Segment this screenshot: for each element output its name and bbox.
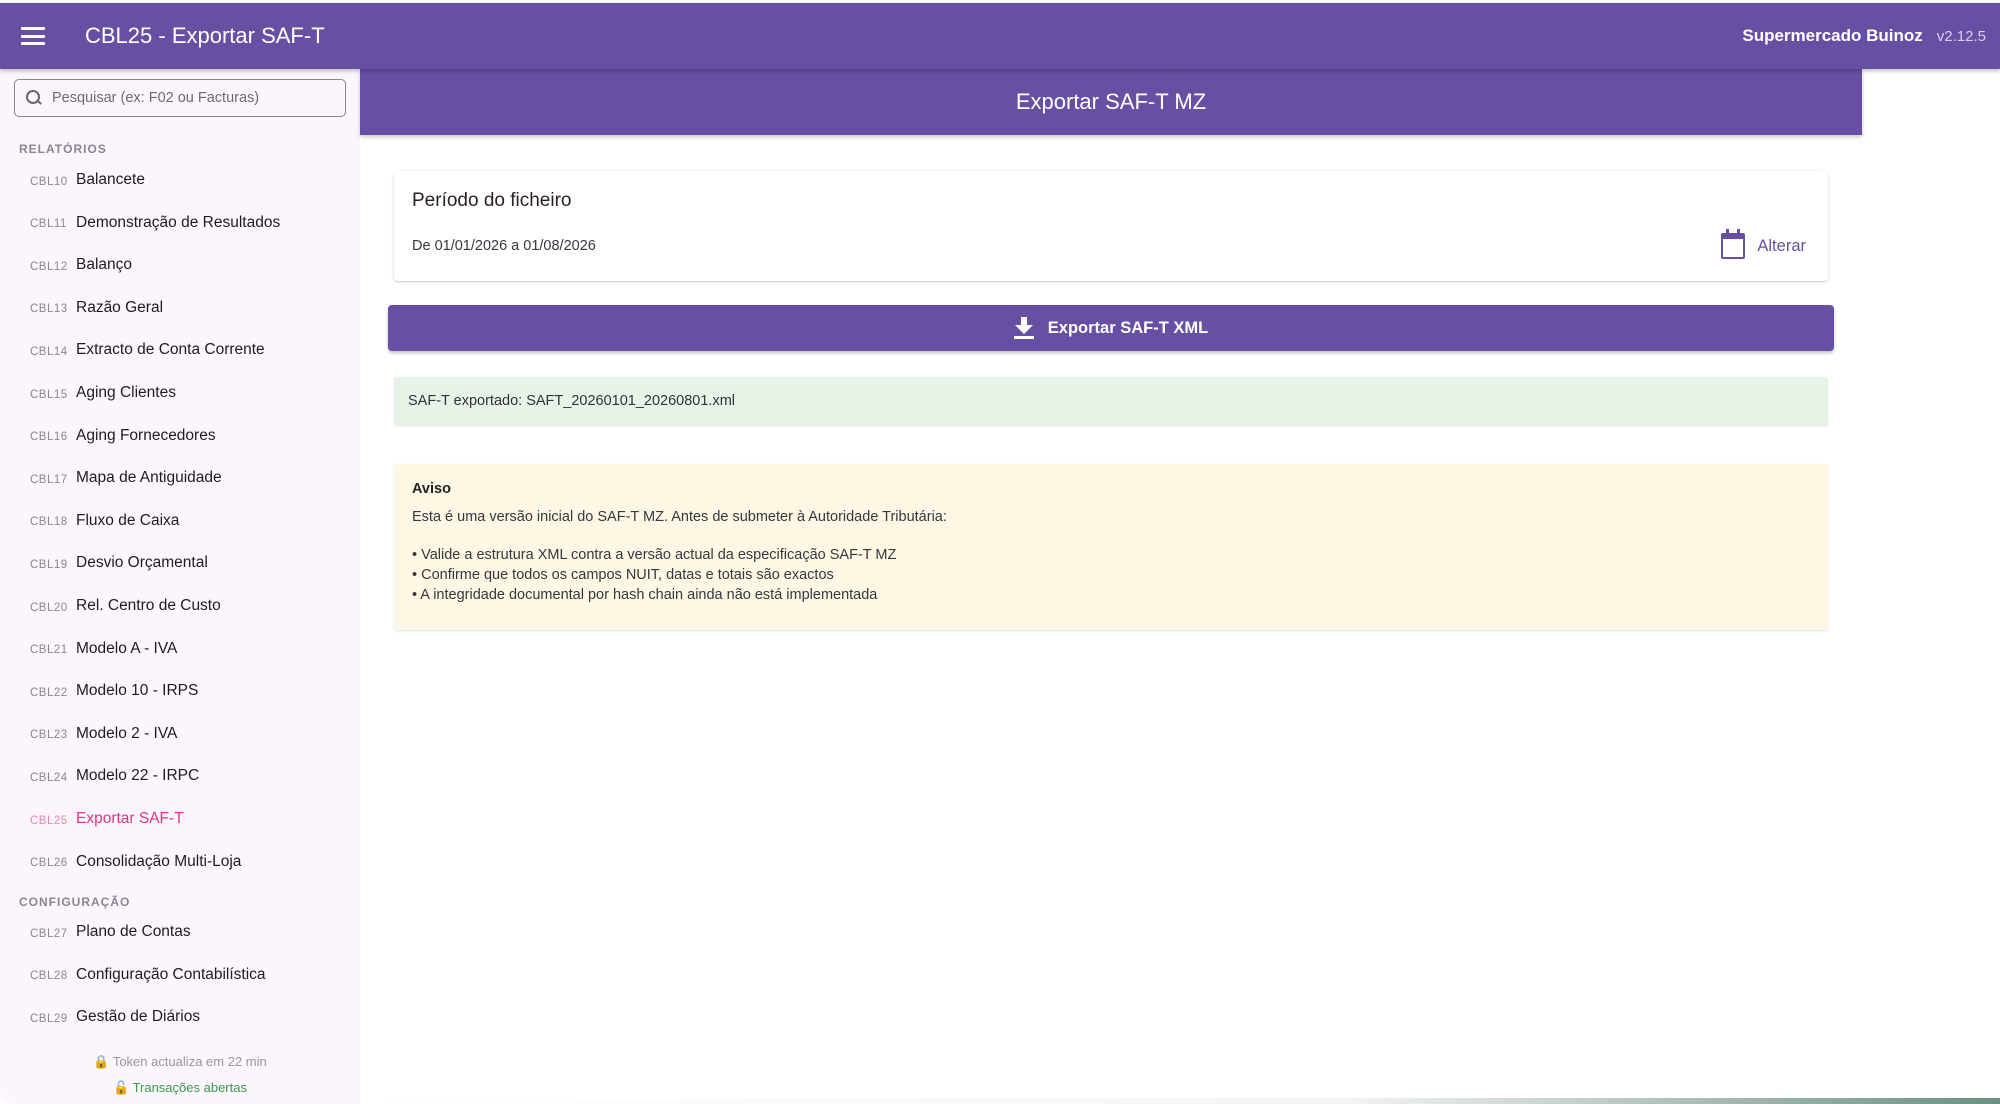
nav-code: CBL12 xyxy=(30,260,68,273)
warning-item: • Confirme que todos os campos NUIT, dat… xyxy=(412,567,834,583)
app-title: CBL25 - Exportar SAF-T xyxy=(85,23,325,48)
nav-code: CBL21 xyxy=(30,644,68,657)
warning-item: • A integridade documental por hash chai… xyxy=(412,587,878,603)
nav-label: Aging Fornecedores xyxy=(76,426,216,444)
nav-label: Desvio Orçamental xyxy=(76,554,208,572)
nav-label: Mapa de Antiguidade xyxy=(76,469,222,487)
nav-label: Configuração Contabilística xyxy=(76,965,266,983)
sidebar-item-cbl15[interactable]: CBL15 Aging Clientes xyxy=(0,373,360,413)
nav-code: CBL19 xyxy=(30,558,68,571)
nav-label: Razão Geral xyxy=(76,298,164,316)
calendar-icon xyxy=(1721,229,1746,259)
token-status: 🔒 Token actualiza em 22 min xyxy=(93,1054,267,1069)
sidebar-item-cbl22[interactable]: CBL22 Modelo 10 - IRPS xyxy=(0,671,360,711)
nav-label: Modelo 2 - IVA xyxy=(76,724,178,742)
hamburger-icon xyxy=(21,27,45,45)
sidebar-item-cbl26[interactable]: CBL26 Consolidação Multi-Loja xyxy=(0,842,360,882)
nav-code: CBL25 xyxy=(30,814,68,827)
period-title: Período do ficheiro xyxy=(412,190,572,211)
nav-code: CBL14 xyxy=(30,345,68,358)
nav-code: CBL13 xyxy=(30,303,68,316)
section-header-relatorios: RELATÓRIOS xyxy=(19,142,107,156)
nav-code: CBL18 xyxy=(30,516,68,529)
download-icon xyxy=(1013,317,1034,339)
nav-label: Modelo A - IVA xyxy=(76,639,178,657)
app-bar: CBL25 - Exportar SAF-T Supermercado Buin… xyxy=(0,3,2000,69)
nav-label: Gestão de Diários xyxy=(76,1008,201,1026)
page-title: Exportar SAF-T MZ xyxy=(360,69,1862,135)
sidebar-item-cbl21[interactable]: CBL21 Modelo A - IVA xyxy=(0,629,360,669)
warning-panel: Aviso Esta é uma versão inicial do SAF-T… xyxy=(394,464,1828,630)
sidebar-item-cbl17[interactable]: CBL17 Mapa de Antiguidade xyxy=(0,458,360,498)
sidebar-item-cbl16[interactable]: CBL16 Aging Fornecedores xyxy=(0,416,360,456)
sidebar-item-cbl14[interactable]: CBL14 Extracto de Conta Corrente xyxy=(0,330,360,370)
sidebar-item-cbl24[interactable]: CBL24 Modelo 22 - IRPC xyxy=(0,756,360,796)
transactions-status: 🔓 Transações abertas xyxy=(113,1080,247,1095)
sidebar-item-cbl29[interactable]: CBL29 Gestão de Diários xyxy=(0,997,360,1037)
section-header-configuracao: CONFIGURAÇÃO xyxy=(19,895,131,909)
nav-label: Balancete xyxy=(76,171,145,188)
sidebar-item-cbl18[interactable]: CBL18 Fluxo de Caixa xyxy=(0,501,360,541)
nav-code: CBL20 xyxy=(30,601,68,614)
nav-code: CBL23 xyxy=(30,729,68,742)
nav-label: Rel. Centro de Custo xyxy=(76,597,221,614)
sidebar-item-cbl23[interactable]: CBL23 Modelo 2 - IVA xyxy=(0,714,360,754)
menu-button[interactable] xyxy=(0,3,66,69)
export-saft-xml-button[interactable]: Exportar SAF-T XML xyxy=(388,305,1834,351)
nav-label: Plano de Contas xyxy=(76,923,191,940)
success-message: SAF-T exportado: SAFT_20260101_20260801.… xyxy=(394,377,1828,425)
window-bottom-edge xyxy=(360,1098,2000,1104)
search-box[interactable] xyxy=(14,79,346,117)
sidebar-item-cbl19[interactable]: CBL19 Desvio Orçamental xyxy=(0,543,360,583)
search-input[interactable] xyxy=(52,90,342,106)
nav-code: CBL26 xyxy=(30,857,68,870)
nav-label: Fluxo de Caixa xyxy=(76,511,180,529)
change-period-label: Alterar xyxy=(1757,236,1806,255)
nav-label: Modelo 10 - IRPS xyxy=(76,682,199,700)
sidebar-item-cbl28[interactable]: CBL28 Configuração Contabilística xyxy=(0,955,360,995)
app-version: v2.12.5 xyxy=(1936,27,1986,45)
export-button-label: Exportar SAF-T XML xyxy=(1047,318,1209,337)
nav-label: Balanço xyxy=(76,256,133,274)
sidebar-item-cbl20[interactable]: CBL20 Rel. Centro de Custo xyxy=(0,586,360,626)
sidebar-item-cbl25[interactable]: CBL25 Exportar SAF-T xyxy=(0,799,360,839)
period-range: De 01/01/2026 a 01/08/2026 xyxy=(412,238,596,254)
main-content: Exportar SAF-T MZ Período do ficheiro De… xyxy=(360,69,2000,1104)
warning-list: • Valide a estrutura XML contra a versão… xyxy=(412,545,1810,605)
sidebar-item-cbl27[interactable]: CBL27 Plano de Contas xyxy=(0,912,360,952)
nav-code: CBL28 xyxy=(30,970,68,983)
nav-code: CBL17 xyxy=(30,473,68,486)
period-card: Período do ficheiro De 01/01/2026 a 01/0… xyxy=(394,171,1828,281)
appbar-right: Supermercado Buinoz v2.12.5 xyxy=(1742,26,2000,46)
nav-code: CBL24 xyxy=(30,771,68,784)
warning-intro: Esta é uma versão inicial do SAF-T MZ. A… xyxy=(412,509,947,525)
sidebar-item-cbl13[interactable]: CBL13 Razão Geral xyxy=(0,288,360,328)
warning-item: • Valide a estrutura XML contra a versão… xyxy=(412,547,897,563)
sidebar-item-cbl12[interactable]: CBL12 Balanço xyxy=(0,245,360,285)
nav-label: Consolidação Multi-Loja xyxy=(76,852,242,870)
nav-label: Exportar SAF-T xyxy=(76,810,184,827)
nav-label: Extracto de Conta Corrente xyxy=(76,341,265,359)
nav-code: CBL22 xyxy=(30,686,68,699)
sidebar-item-cbl11[interactable]: CBL11 Demonstração de Resultados xyxy=(0,203,360,243)
nav-label: Aging Clientes xyxy=(76,384,176,401)
nav-label: Demonstração de Resultados xyxy=(76,213,281,231)
nav-code: CBL16 xyxy=(30,431,68,444)
nav-code: CBL27 xyxy=(30,927,68,940)
company-name: Supermercado Buinoz xyxy=(1742,26,1923,45)
change-period-button[interactable]: Alterar xyxy=(1721,229,1806,263)
nav-label: Modelo 22 - IRPC xyxy=(76,767,200,785)
nav-code: CBL15 xyxy=(30,388,68,401)
sidebar: RELATÓRIOS CBL10 Balancete CBL11 Demonst… xyxy=(0,69,360,1104)
sidebar-item-cbl10[interactable]: CBL10 Balancete xyxy=(0,160,360,200)
nav-code: CBL29 xyxy=(30,1012,68,1025)
nav-code: CBL10 xyxy=(30,175,68,188)
warning-title: Aviso xyxy=(412,481,451,497)
nav-code: CBL11 xyxy=(30,218,67,231)
search-icon xyxy=(26,90,42,106)
